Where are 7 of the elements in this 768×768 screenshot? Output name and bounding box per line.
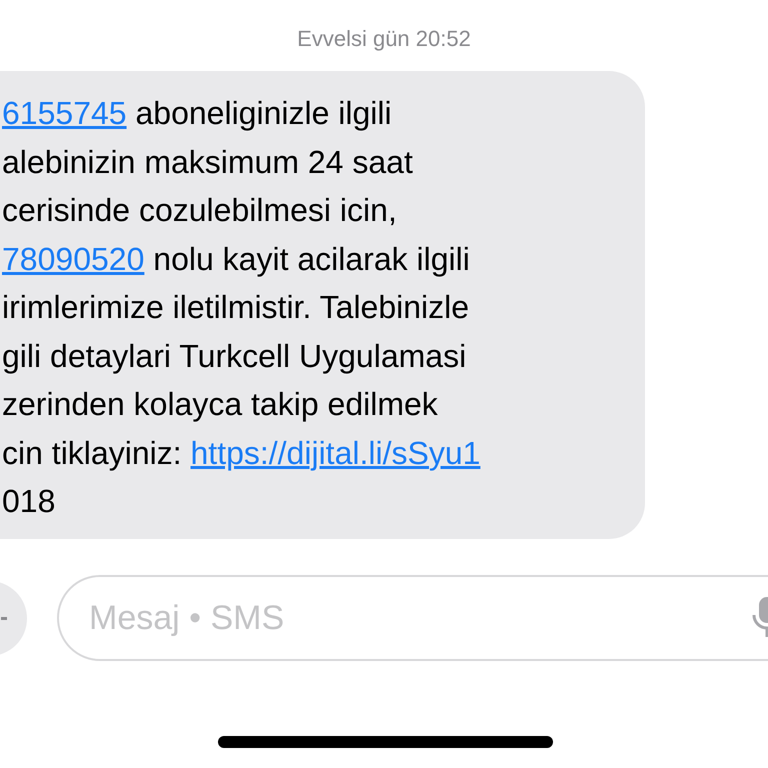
message-link[interactable]: 78090520 <box>2 240 144 276</box>
message-link[interactable]: 6155745 <box>2 95 127 131</box>
plus-icon <box>1 616 7 620</box>
message-input-field[interactable]: Mesaj • SMS <box>57 575 768 661</box>
message-text: 6155745 aboneliginizle ilgili alebinizin maksimum 24 saat cerisinde cozulebilmesi icin, 78090520 nolu kayit acilarak ilgili irimlerimize iletilmistir. Talebinizle gili detaylari Turkcell Uygulamasi zerinden kolayca takip edilmek cin tiklayiniz: https://dijital.li/sSyu1 018 <box>2 94 482 521</box>
message-timestamp: Evvelsi gün 20:52 <box>297 25 471 53</box>
message-link[interactable]: https://dijital.li/sSyu1 <box>190 434 480 470</box>
